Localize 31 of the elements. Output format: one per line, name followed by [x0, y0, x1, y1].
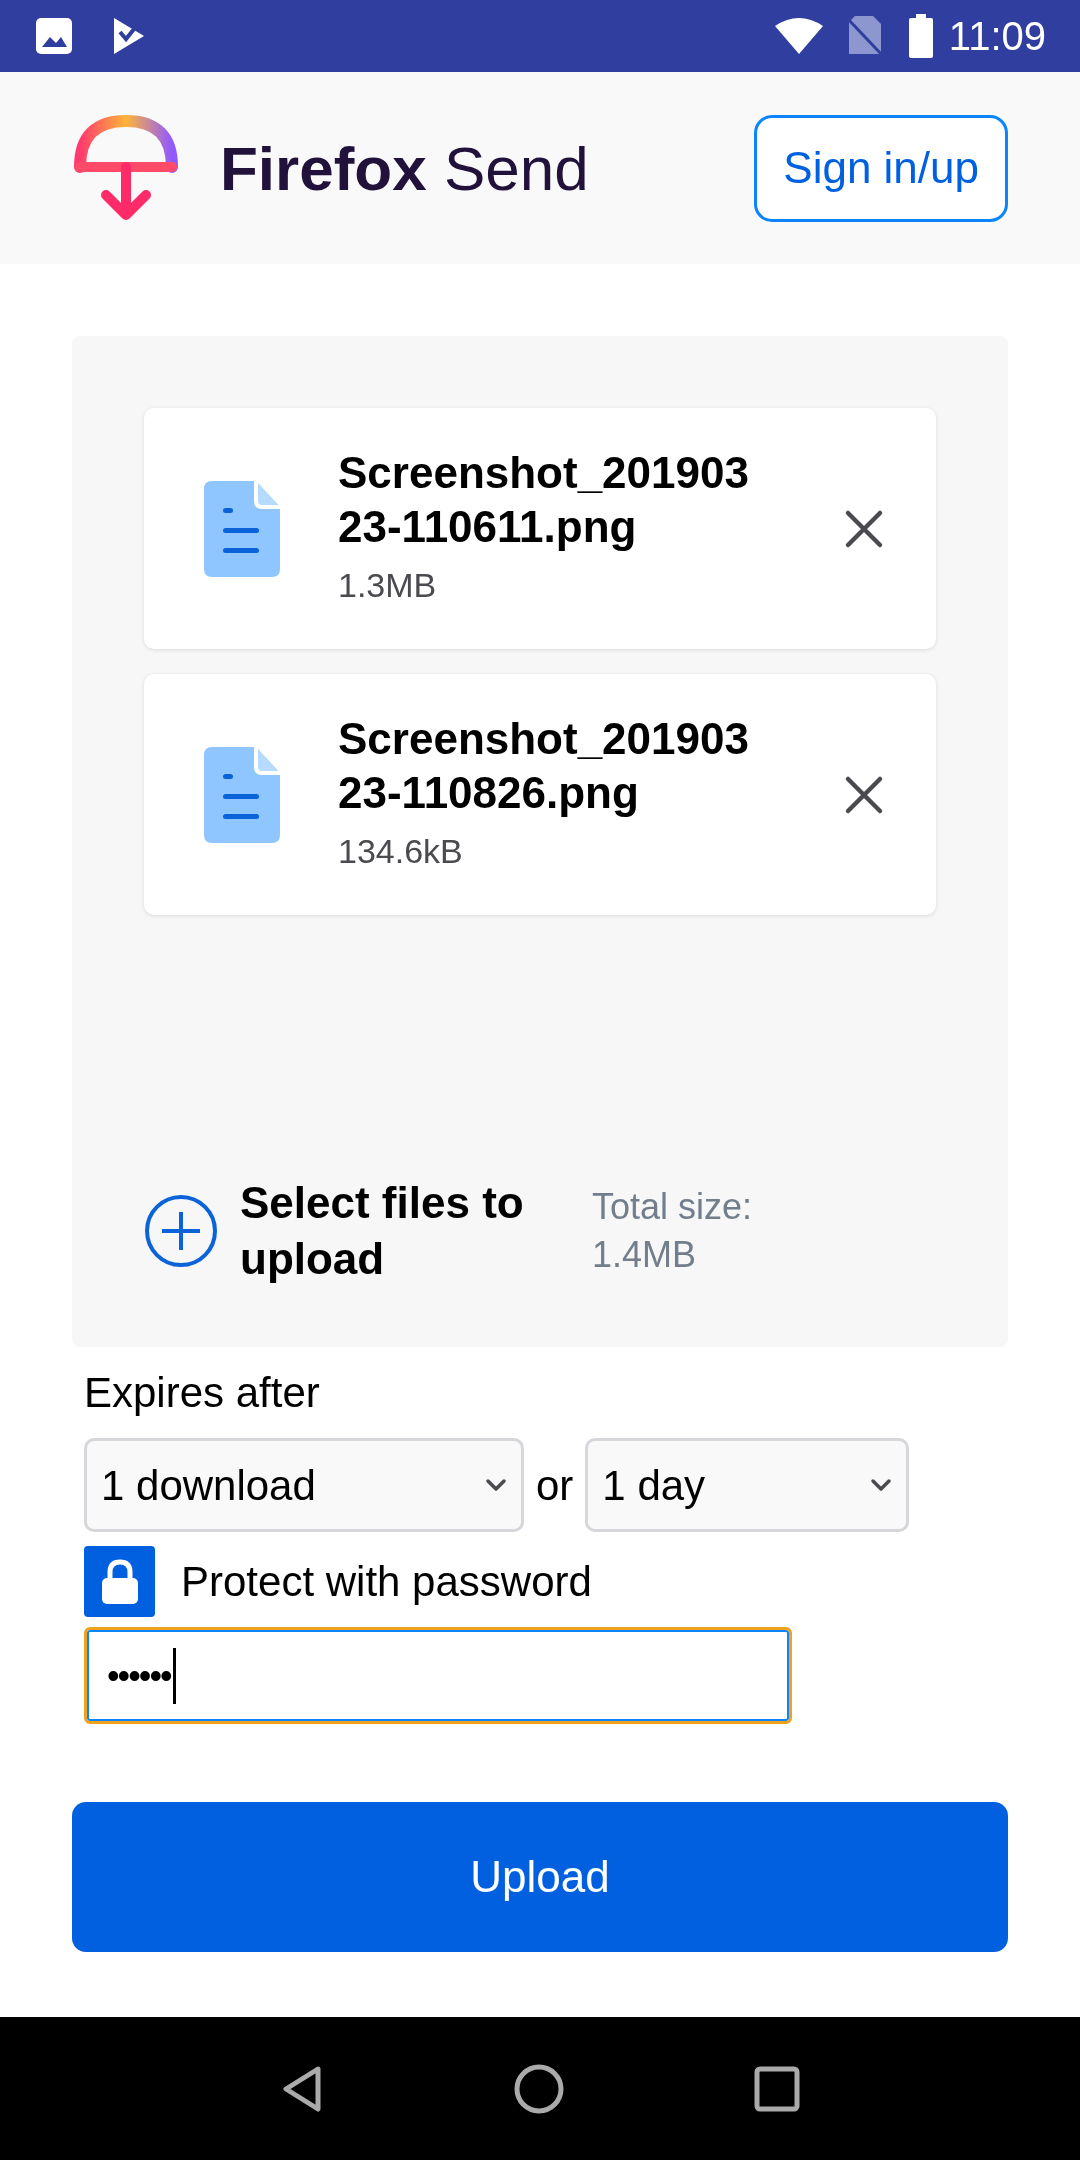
or-label: or: [536, 1460, 574, 1511]
file-size: 134.6kB: [338, 831, 464, 872]
add-files-button[interactable]: Select files to upload: [144, 1175, 540, 1287]
time-dropdown[interactable]: 1 day: [585, 1438, 910, 1532]
file-size: 1.3MB: [338, 565, 438, 606]
downloads-dropdown[interactable]: 1 download: [84, 1438, 524, 1532]
image-icon: [34, 16, 74, 56]
expires-label: Expires after: [84, 1368, 321, 1418]
plus-circle-icon: [144, 1194, 218, 1268]
logo-icon: [72, 113, 180, 223]
chevron-down-icon: [485, 1478, 507, 1492]
sign-in-button[interactable]: Sign in/up: [754, 114, 1008, 222]
total-size-label: Total size:: [592, 1185, 753, 1229]
battery-icon: [908, 14, 933, 58]
total-size-value: 1.4MB: [592, 1233, 698, 1277]
document-icon: [204, 746, 280, 843]
file-name: Screenshot_20190323-110826.png: [338, 713, 750, 819]
password-label: Protect with password: [181, 1557, 592, 1607]
brand-name: Firefox Send: [220, 132, 589, 205]
clock: 11:09: [948, 13, 1046, 60]
back-icon[interactable]: [280, 2064, 324, 2113]
document-icon: [204, 480, 280, 577]
password-checkbox[interactable]: [84, 1546, 155, 1617]
file-name: Screenshot_20190323-110611.png: [338, 447, 750, 553]
padlock-icon: [99, 1557, 140, 1606]
wifi-icon: [772, 16, 825, 56]
recents-icon[interactable]: [754, 2065, 800, 2112]
home-icon[interactable]: [514, 2063, 564, 2114]
chevron-down-icon: [870, 1478, 893, 1492]
password-field[interactable]: ••••••: [84, 1627, 792, 1724]
upload-button[interactable]: Upload: [72, 1802, 1008, 1952]
